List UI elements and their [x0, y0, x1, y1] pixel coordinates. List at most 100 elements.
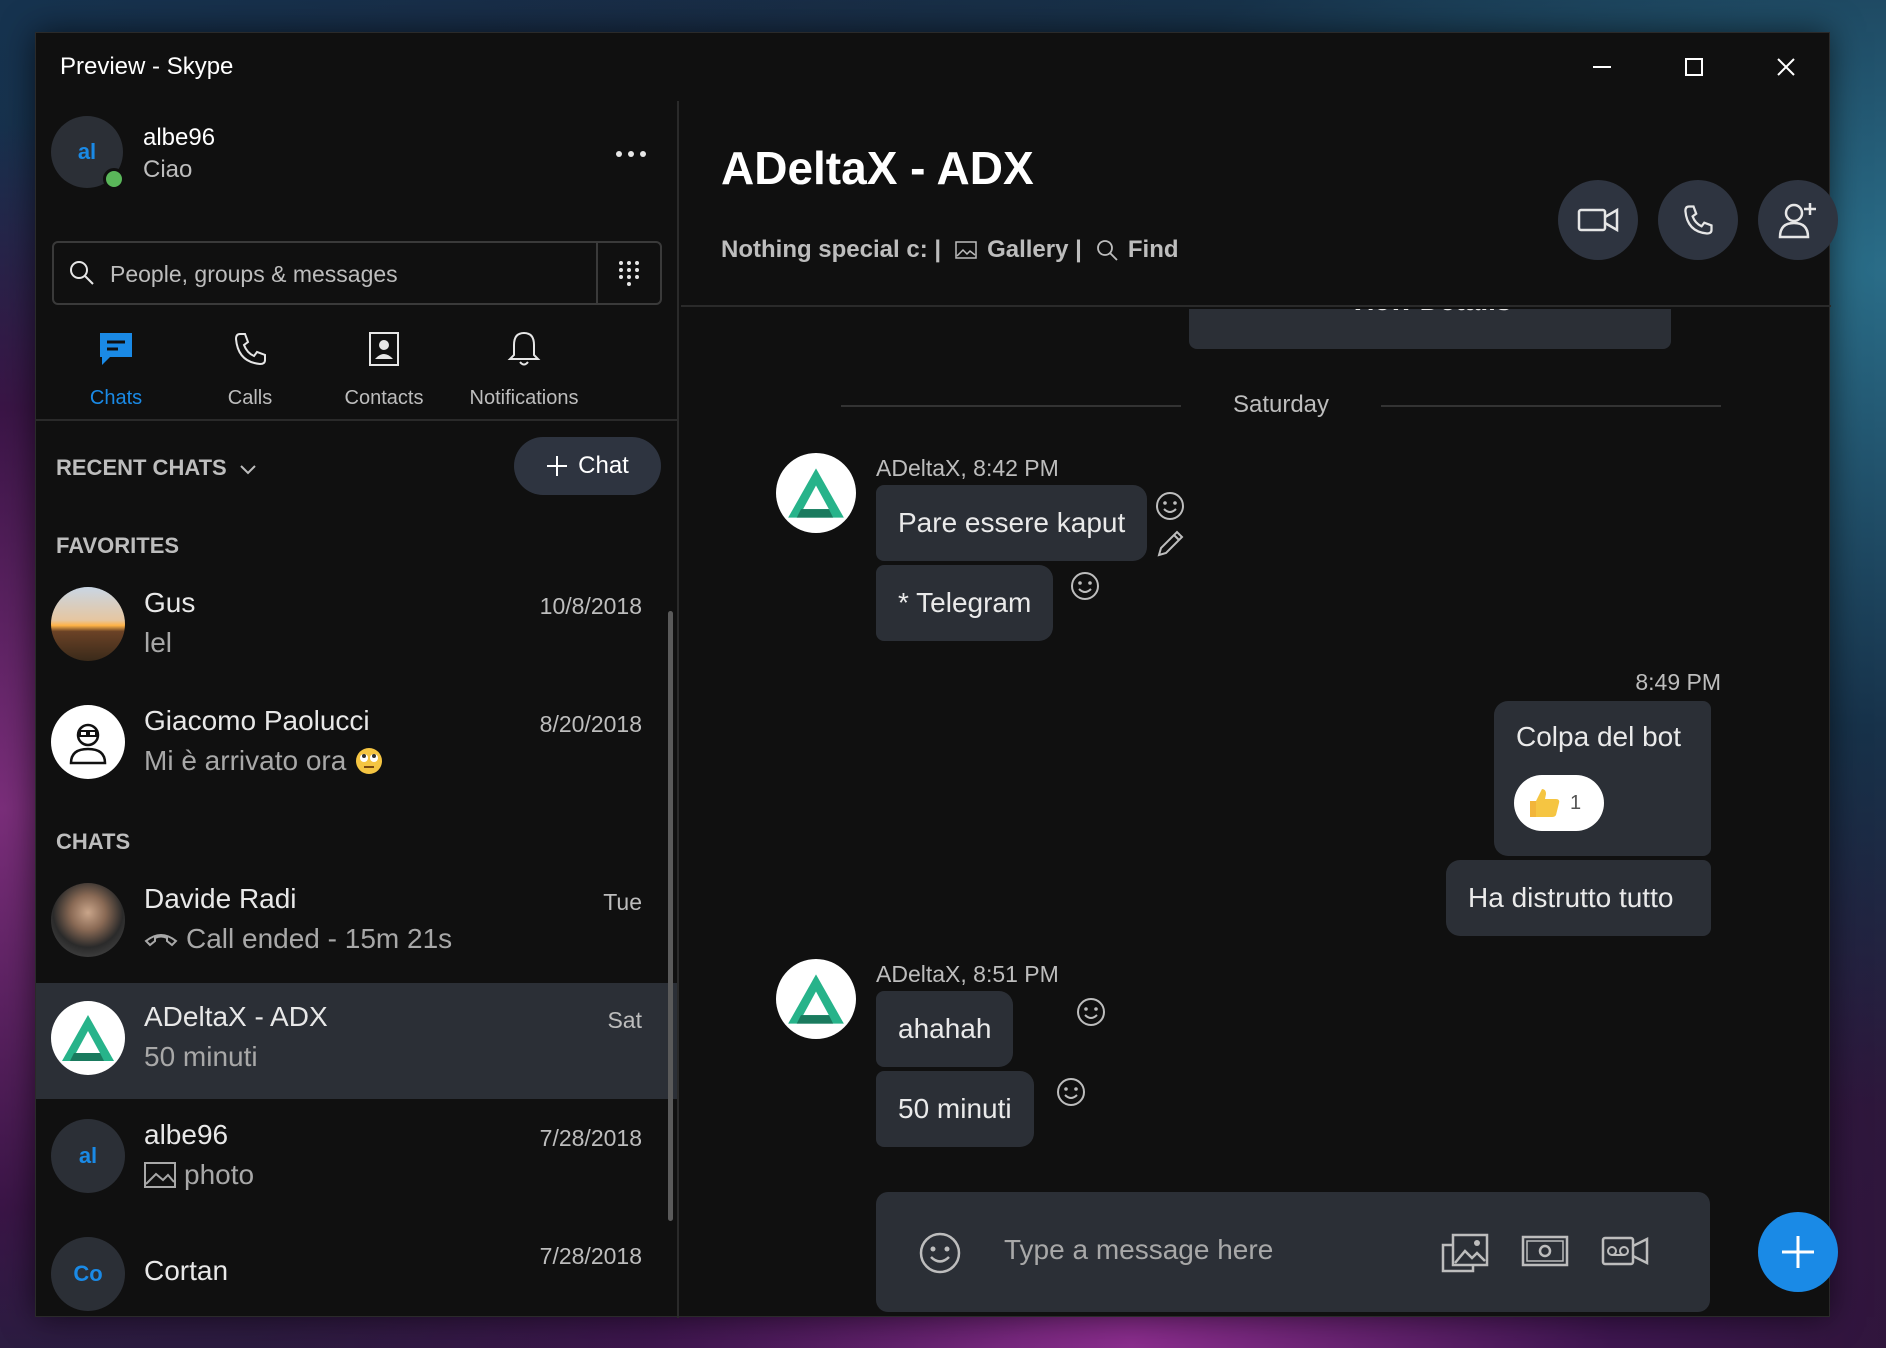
add-reaction-icon[interactable] — [1068, 569, 1102, 603]
recent-chats-dropdown[interactable]: RECENT CHATS — [56, 455, 257, 481]
chat-name: Davide Radi — [144, 883, 297, 914]
audio-call-button[interactable] — [1658, 180, 1738, 260]
maximize-icon — [1685, 58, 1703, 76]
sidebar-scrollbar[interactable] — [668, 611, 673, 1221]
chat-item-davide-radi[interactable]: Davide Radi Call ended - 15m 21s Tue — [36, 865, 677, 981]
contact-mood: Nothing special c: | — [721, 236, 942, 263]
add-reaction-icon[interactable] — [1074, 995, 1108, 1029]
message-bubble[interactable]: 50 minuti — [876, 1071, 1034, 1147]
tab-contacts[interactable]: Contacts — [304, 325, 464, 421]
sender-avatar[interactable] — [776, 453, 856, 533]
day-divider-line — [1381, 405, 1721, 407]
search-icon — [70, 261, 94, 285]
video-call-button[interactable] — [1558, 180, 1638, 260]
message-bubble[interactable]: Pare essere kaput — [876, 485, 1148, 561]
edit-pencil-icon[interactable] — [1153, 527, 1187, 561]
add-content-button[interactable] — [1758, 1212, 1838, 1292]
message-text: 50 minuti — [898, 1093, 1012, 1124]
profile-mood: Ciao — [143, 156, 193, 183]
chat-preview: 50 minuti — [144, 1041, 258, 1073]
gallery-link[interactable]: Gallery | — [955, 236, 1082, 264]
sender-avatar[interactable] — [776, 959, 856, 1039]
avatar — [51, 587, 125, 661]
message-bubble[interactable]: ahahah — [876, 991, 1014, 1067]
call-ended-icon — [144, 934, 178, 947]
message-text: Colpa del bot — [1516, 721, 1682, 752]
more-options-button[interactable] — [606, 134, 656, 174]
add-reaction-icon[interactable] — [1153, 489, 1187, 523]
new-chat-label: Chat — [578, 452, 629, 479]
message-bubble[interactable]: * Telegram — [876, 565, 1054, 641]
view-details-button[interactable]: View Details — [1189, 309, 1671, 349]
window-title: Preview - Skype — [60, 53, 234, 80]
chat-preview: lel — [144, 627, 172, 659]
find-link[interactable]: Find — [1096, 236, 1179, 264]
chat-preview-text: lel — [144, 627, 173, 658]
new-chat-button[interactable]: Chat — [514, 437, 661, 495]
thumbs-up-emoji-icon — [1530, 789, 1560, 817]
chat-preview-text: Mi è arrivato ora — [144, 745, 347, 776]
avatar — [51, 705, 125, 779]
profile-header[interactable]: al albe96 Ciao — [51, 116, 661, 196]
chat-item-giacomo-paolucci[interactable]: Giacomo Paolucci Mi è arrivato ora 8/20/… — [36, 687, 677, 803]
send-money-icon[interactable] — [1521, 1233, 1569, 1269]
dialpad-button[interactable] — [596, 243, 660, 303]
tab-notifications[interactable]: Notifications — [444, 325, 604, 421]
image-icon — [144, 1162, 176, 1188]
gallery-label: Gallery | — [987, 236, 1082, 263]
add-people-button[interactable] — [1758, 180, 1838, 260]
gallery-icon — [955, 241, 977, 259]
minimize-button[interactable] — [1556, 33, 1648, 101]
conversation-subtitle: Nothing special c: | Gallery | Find — [721, 236, 1179, 264]
find-label: Find — [1127, 236, 1179, 263]
chat-date: Sat — [607, 1007, 642, 1033]
close-button[interactable] — [1740, 33, 1832, 101]
chat-preview: Call ended - 15m 21s — [144, 923, 452, 955]
sidebar: al albe96 Ciao People, groups & messages — [36, 101, 679, 1318]
emoji-icon[interactable] — [918, 1231, 962, 1275]
chat-preview-text: 50 minuti — [144, 1041, 258, 1072]
chat-date: 10/8/2018 — [539, 593, 642, 619]
send-image-icon[interactable] — [1441, 1231, 1489, 1275]
avatar — [51, 883, 125, 957]
dialpad-icon — [619, 261, 639, 286]
message-text: ahahah — [898, 1013, 992, 1044]
message-text: * Telegram — [898, 587, 1032, 618]
chat-name: ADeltaX - ADX — [144, 1001, 328, 1032]
chat-item-gus[interactable]: Gus lel 10/8/2018 — [36, 569, 677, 685]
person-outline-icon — [69, 723, 107, 765]
video-message-icon[interactable] — [1601, 1233, 1649, 1269]
chat-date: Tue — [603, 889, 642, 915]
maximize-button[interactable] — [1648, 33, 1740, 101]
message-bubble[interactable]: Ha distrutto tutto — [1446, 860, 1711, 936]
conversation-header: ADeltaX - ADX Nothing special c: | Galle… — [681, 101, 1838, 307]
contacts-icon — [369, 332, 399, 366]
avatar-initials: Co — [73, 1261, 103, 1286]
add-person-icon — [1778, 203, 1816, 239]
chats-heading: CHATS — [56, 829, 131, 854]
search-input[interactable]: People, groups & messages — [110, 261, 398, 288]
reaction-pill[interactable]: 1 — [1514, 775, 1604, 831]
message-text: Pare essere kaput — [898, 507, 1126, 538]
profile-name: albe96 — [143, 124, 216, 151]
adx-logo-icon — [788, 468, 844, 518]
message-bubble[interactable]: Colpa del bot 1 — [1494, 701, 1711, 856]
reaction-count: 1 — [1570, 791, 1582, 814]
search-box[interactable]: People, groups & messages — [52, 241, 662, 305]
chat-preview: photo — [144, 1159, 254, 1191]
video-camera-icon — [1577, 207, 1619, 233]
title-bar: Preview - Skype — [36, 33, 1829, 101]
chat-date: 7/28/2018 — [539, 1243, 642, 1269]
chat-item-albe96[interactable]: al albe96 photo 7/28/2018 — [36, 1101, 677, 1217]
conversation-title[interactable]: ADeltaX - ADX — [721, 141, 1034, 195]
message-list[interactable]: View Details Saturday ADeltaX, 8:42 PM P… — [681, 309, 1831, 1189]
close-icon — [1777, 58, 1795, 76]
phone-icon — [1684, 205, 1713, 235]
avatar: Co — [51, 1237, 125, 1311]
tab-notifications-label: Notifications — [469, 387, 579, 409]
eye-roll-emoji-icon — [356, 748, 383, 774]
add-reaction-icon[interactable] — [1054, 1075, 1088, 1109]
message-input[interactable]: Type a message here — [1004, 1234, 1273, 1266]
chat-item-adeltax-adx[interactable]: ADeltaX - ADX 50 minuti Sat — [36, 983, 677, 1099]
chat-item-cortan[interactable]: Co Cortan 7/28/2018 — [36, 1219, 677, 1335]
